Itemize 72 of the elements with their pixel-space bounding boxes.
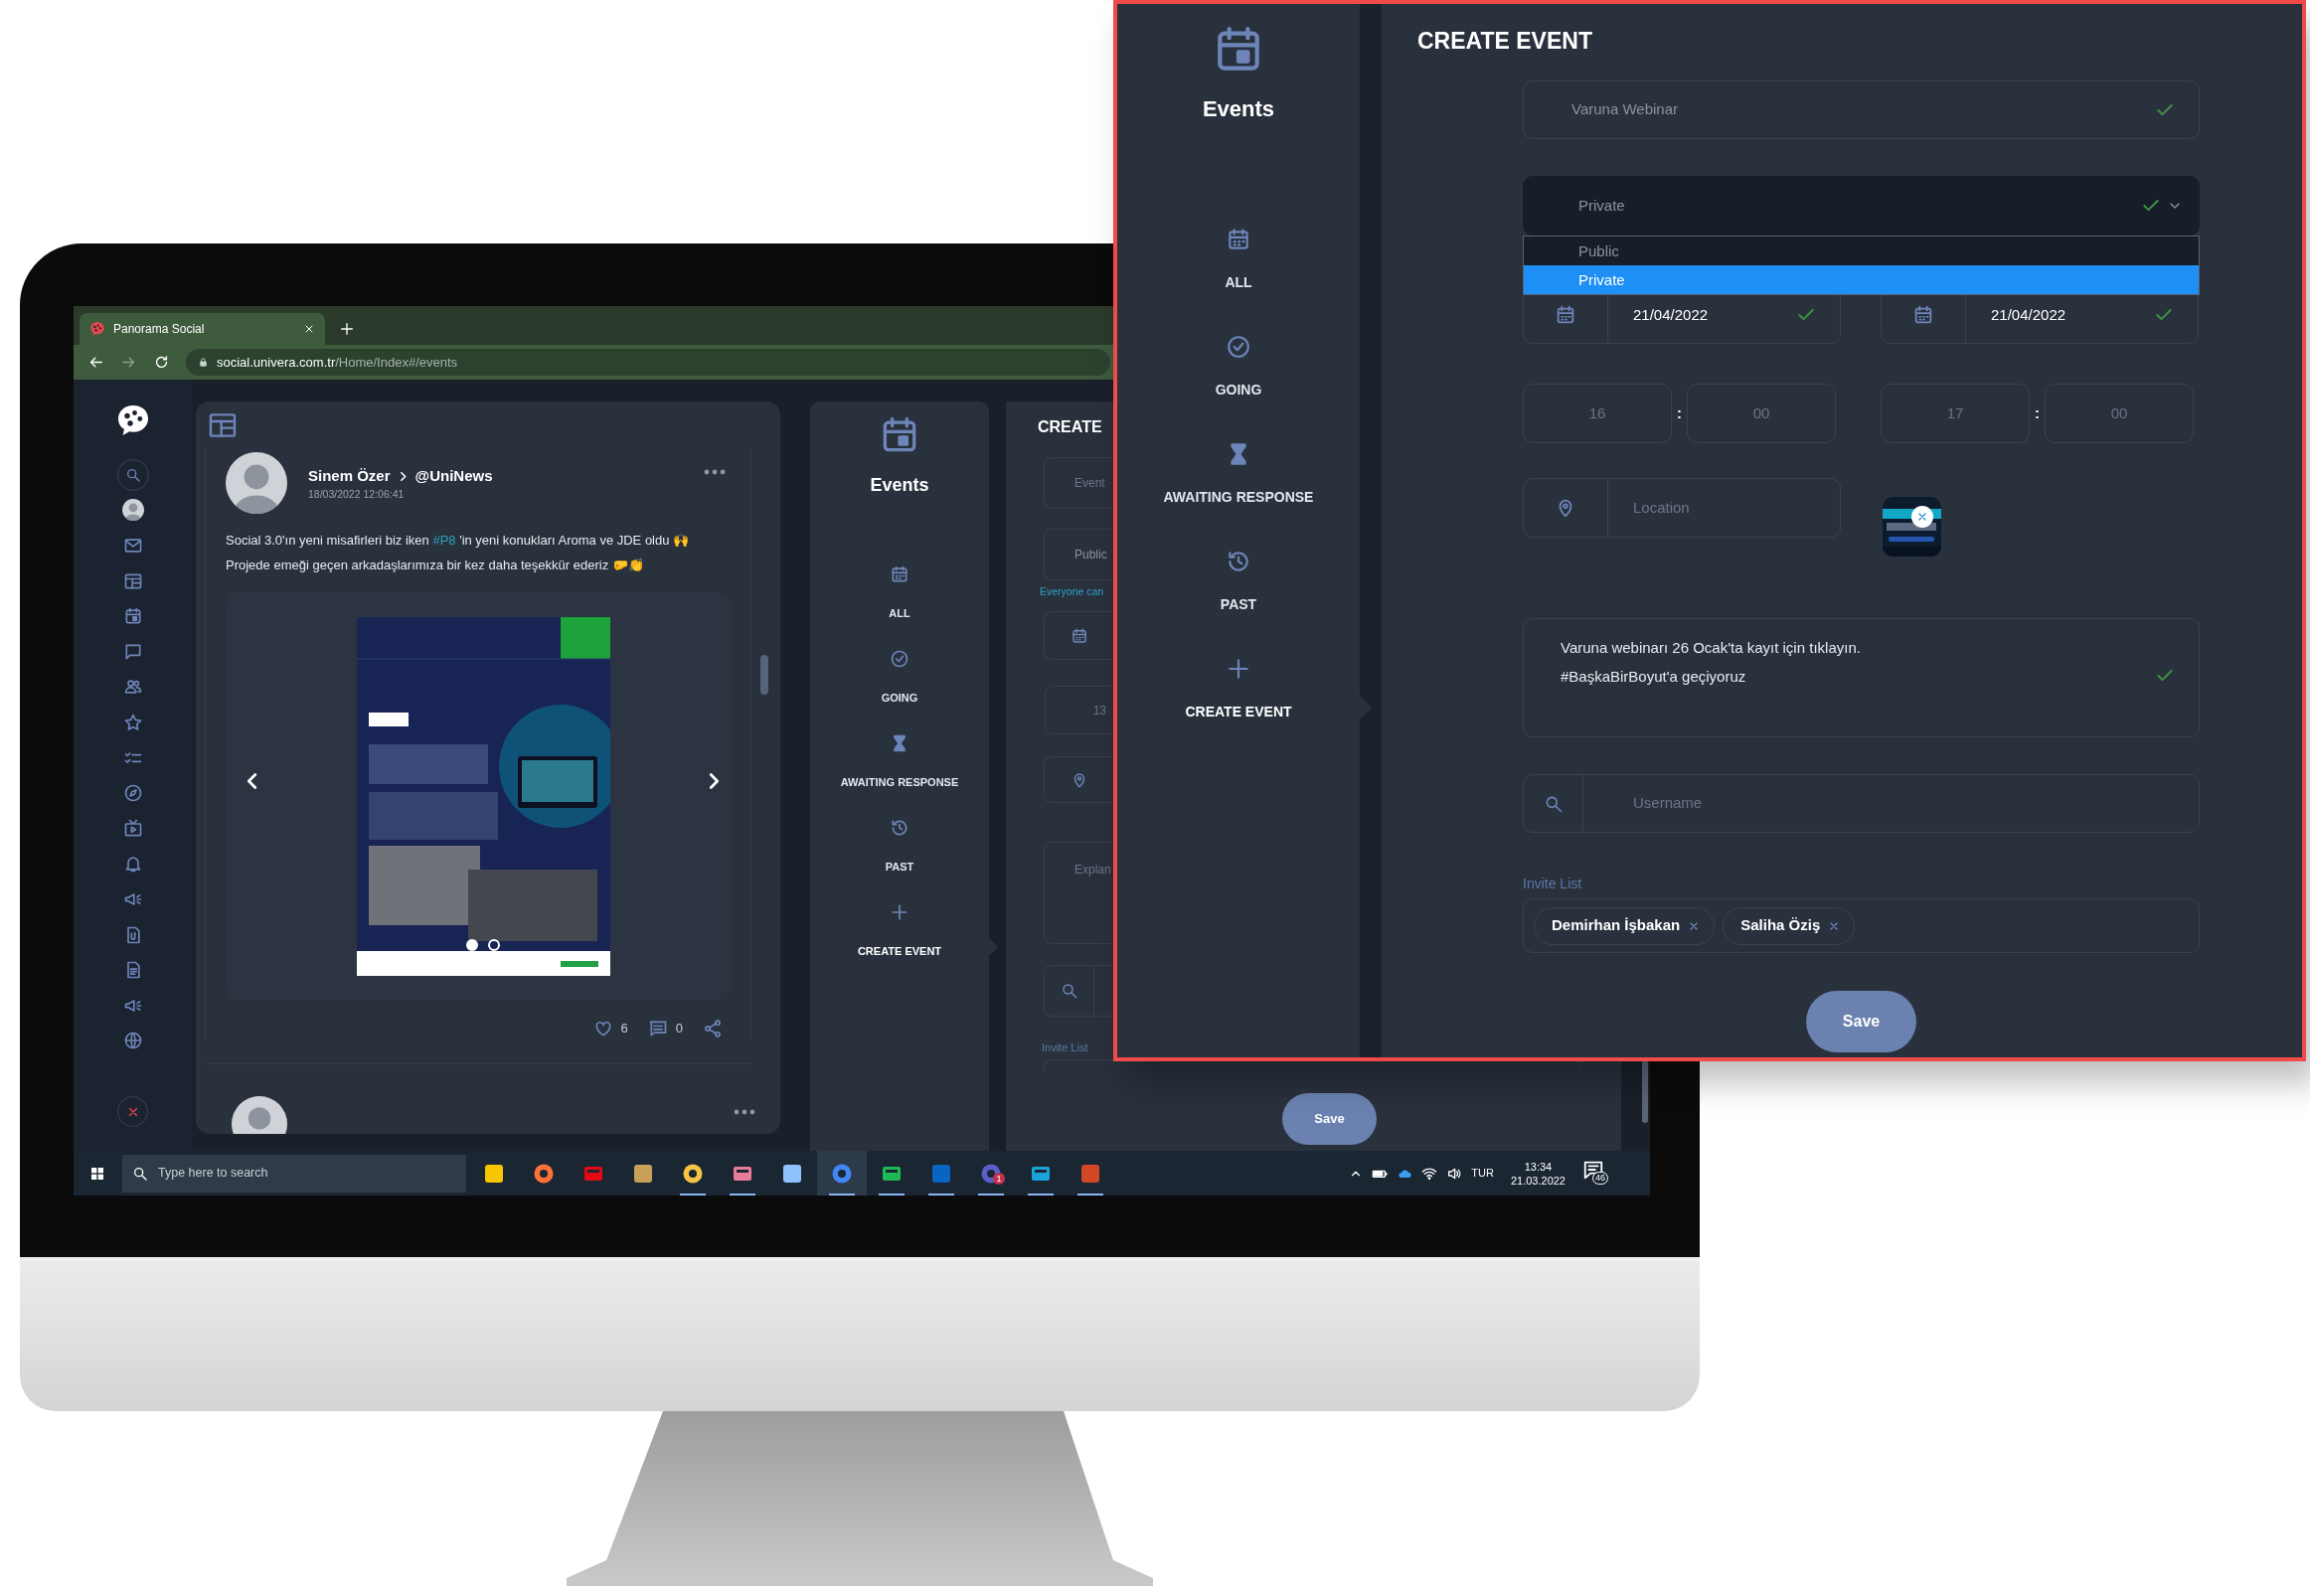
search-field[interactable]: Type here to search [122,1154,466,1193]
windows-icon[interactable] [89,1165,105,1182]
nav-item[interactable]: PAST [1117,549,1372,656]
scrollbar[interactable] [1642,1060,1648,1123]
author-name[interactable]: Sinem Özer [308,466,391,486]
field-label: Invite List [1523,875,1583,892]
save-button[interactable]: Save [1282,1093,1377,1145]
mail-icon[interactable] [122,536,143,556]
close-icon [1916,511,1928,523]
nav-item[interactable]: AWAITING RESPONSE [810,733,998,818]
description-field[interactable]: Varuna webinarı 26 Ocak'ta kayıt için tıklayın. #BaşkaBirBoyut'a geçiyoruz [1523,618,2200,737]
calendar-icon [890,564,909,584]
calendar-icon [1555,304,1576,326]
search-icon [124,466,141,483]
nav-item[interactable]: AWAITING RESPONSE [1117,441,1372,549]
calendar-icon [1070,626,1088,645]
calendar-icon [1912,304,1934,326]
scrollbar[interactable] [760,655,768,695]
dropdown-option[interactable]: Public [1524,237,2199,265]
hashtag-link[interactable]: #P8 [432,533,456,548]
browser-tab[interactable]: Panorama Social [80,313,325,345]
nav-item[interactable]: ALL [1117,227,1372,334]
section-title: Events [1202,97,1275,121]
history-icon [1226,549,1251,574]
globe-icon[interactable] [122,1031,143,1051]
save-button[interactable]: Save [1806,991,1916,1052]
badge-count: 1 [993,1173,1005,1185]
lock-icon [198,357,209,368]
tab-icon [89,321,105,337]
address-field[interactable]: social.univera.com.tr/Home/Index#/events [186,349,1110,376]
language-indicator[interactable]: TUR [1471,1165,1494,1182]
comment-icon[interactable] [647,1019,668,1038]
time-separator: : [2035,402,2040,423]
close-icon[interactable] [303,323,315,335]
reload-icon[interactable] [153,354,170,371]
channel-name[interactable]: @UniNews [414,466,493,486]
taskbar-app[interactable] [817,1151,867,1196]
plus-icon [1226,656,1251,682]
type-select[interactable]: Private [1523,176,2200,236]
nav-item[interactable]: ALL [810,564,998,649]
nav-item[interactable]: PAST [810,818,998,902]
new-tab-icon[interactable] [339,320,355,337]
plus-icon [890,902,909,922]
section-title: Events [870,474,929,496]
check-circle-icon [890,649,909,669]
panel-title: CREATE [1038,417,1103,437]
calendar-icon [1226,227,1251,252]
star-icon[interactable] [122,712,143,732]
field-label: Invite List [1042,1040,1089,1055]
search-icon [1060,982,1078,1000]
event-name-field[interactable]: Varuna Webinar [1523,80,2200,139]
post-text: Social 3.0'ın yeni misafirleri biz iken #P8 'in yeni konukları Aroma ve JDE oldu 🙌 Projede emeği geçen arkadaşlarımıza bir kez daha teşekkür ederiz 🤛👏 [226,532,691,574]
search-icon [132,1165,148,1182]
history-icon [890,818,909,838]
clock-date[interactable]: 21.03.2022 [1510,1173,1566,1188]
play-screen-icon[interactable] [122,818,143,839]
slide-indicator[interactable] [488,939,500,951]
like-count: 6 [620,1020,628,1038]
hint-text: Everyone can [1040,584,1105,598]
notification-count: 46 [1592,1171,1608,1185]
nav-item[interactable]: GOING [1117,334,1372,441]
clock-time[interactable]: 13:34 [1510,1159,1566,1174]
taskbar-app[interactable]: 1 [966,1151,1016,1196]
post-timestamp: 18/03/2022 12:06:41 [308,487,406,501]
panel-title: CREATE EVENT [1417,27,1593,56]
avatar [121,499,144,522]
comment-count: 0 [675,1020,683,1038]
check-circle-icon [1226,334,1251,360]
share-icon[interactable] [703,1019,723,1038]
compass-icon[interactable] [122,783,143,804]
time-separator: : [1677,402,1682,423]
nav-item[interactable]: GOING [810,649,998,733]
